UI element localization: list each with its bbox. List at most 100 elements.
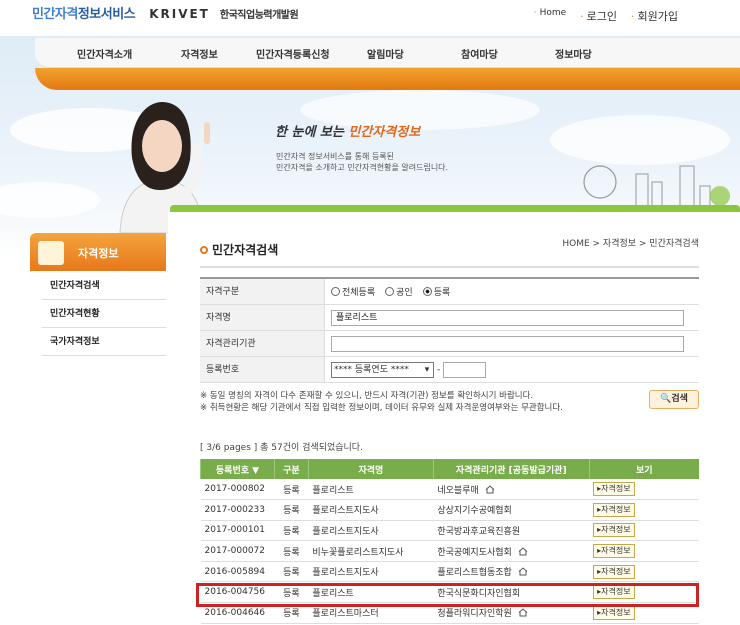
- cell-name: 플로리스트마스터: [308, 602, 434, 624]
- view-info-button[interactable]: ▸자격정보: [593, 502, 635, 517]
- radio-all-label: 전체등록: [342, 288, 376, 298]
- radio-registered[interactable]: 등록: [422, 285, 450, 298]
- cell-regno: 2016-005894: [200, 561, 275, 583]
- cell-type: 등록: [274, 602, 309, 624]
- results-table: 등록번호 ▼ 구분 자격명 자격관리기관 [공동발급기관] 보기 2017-00…: [200, 459, 699, 624]
- home-link[interactable]: Home: [534, 8, 567, 24]
- regno-separator: -: [437, 364, 441, 375]
- site-logo[interactable]: 민간자격정보서비스 KRIVET 한국직업능력개발원: [32, 3, 299, 22]
- cell-regno: 2016-004756: [200, 581, 275, 604]
- col-agency: 자격관리기관 [공동발급기관]: [432, 459, 590, 479]
- nav-item-qualification[interactable]: 자격정보: [181, 46, 218, 61]
- main-nav: 민간자격소개 자격정보 민간자격등록신청 알림마당 참여마당 정보마당: [35, 38, 740, 68]
- hero-title: 한 눈에 보는 민간자격정보: [275, 121, 420, 140]
- search-notes: ※ 동일 명칭의 자격이 다수 존재할 수 있으니, 반드시 자격(기관) 정보…: [200, 390, 563, 414]
- cell-name: 비누꽃플로리스트지도사: [308, 540, 434, 562]
- agency-name: 청플라워디자인학원: [437, 609, 512, 620]
- homepage-icon[interactable]: [518, 567, 528, 576]
- type-label: 자격구분: [200, 279, 325, 304]
- sidebar-header: 자격정보: [30, 233, 166, 271]
- col-regno[interactable]: 등록번호 ▼: [200, 459, 275, 479]
- name-input[interactable]: 플로리스트: [331, 309, 684, 326]
- magnifier-icon: 🔍: [660, 394, 672, 404]
- sidebar-item-status[interactable]: 민간자격현황: [42, 300, 166, 328]
- cell-name: 플로리스트: [308, 479, 434, 501]
- view-info-button[interactable]: ▸자격정보: [593, 523, 635, 538]
- nav-item-participate[interactable]: 참여마당: [461, 46, 498, 61]
- col-type: 구분: [273, 459, 309, 479]
- hero-title-b: 민간자격정보: [348, 125, 421, 140]
- regno-year-select[interactable]: **** 등록연도 **** ▾: [331, 361, 434, 378]
- cell-type: 등록: [274, 479, 309, 501]
- view-info-button[interactable]: ▸자격정보: [593, 564, 635, 579]
- cell-name: 플로리스트지도사: [308, 499, 434, 521]
- radio-all[interactable]: 전체등록: [331, 285, 375, 298]
- cell-regno: 2017-000101: [200, 520, 275, 542]
- cell-type: 등록: [274, 520, 309, 542]
- homepage-icon[interactable]: [518, 608, 528, 617]
- homepage-icon[interactable]: [485, 484, 495, 494]
- cell-agency: 한국식문화디자인협회: [433, 581, 590, 604]
- cell-type: 등록: [274, 581, 309, 604]
- cell-agency: 청플라워디자인학원: [433, 602, 590, 624]
- chevron-down-icon: ▾: [424, 364, 430, 375]
- hero-sub-line2: 민간자격을 소개하고 민간자격현황을 알려드립니다.: [276, 163, 449, 172]
- agency-name: 한국식문화디자인협회: [437, 588, 521, 599]
- regno-label: 등록번호: [200, 357, 325, 382]
- cell-type: 등록: [274, 540, 309, 562]
- page-title-text: 민간자격검색: [212, 243, 279, 257]
- radio-official[interactable]: 공인: [385, 285, 413, 298]
- cell-regno: 2017-000233: [200, 499, 275, 521]
- hero-sub-line1: 민간자격 정보서비스를 통해 등록된: [276, 152, 395, 161]
- cell-name: 플로리스트지도사: [308, 520, 434, 542]
- cell-view: ▸자격정보: [589, 520, 699, 542]
- note-line-2: ※ 취득현황은 해당 기관에서 직접 입력한 정보이며, 데이터 유무와 실제 …: [200, 403, 563, 413]
- hero-subtitle: 민간자격 정보서비스를 통해 등록된 민간자격을 소개하고 민간자격현황을 알려…: [276, 151, 448, 173]
- nav-item-notice[interactable]: 알림마당: [367, 46, 404, 61]
- table-row: 2017-000233 등록 플로리스트지도사 상상지기수공예협회 ▸자격정보: [200, 499, 699, 521]
- nav-accent-bar: [35, 68, 740, 90]
- view-info-button[interactable]: ▸자격정보: [593, 585, 635, 600]
- view-info-button[interactable]: ▸자격정보: [593, 482, 635, 497]
- homepage-icon[interactable]: [518, 546, 528, 556]
- agency-label: 자격관리기관: [200, 331, 325, 356]
- sidebar-item-search[interactable]: 민간자격검색: [42, 272, 166, 300]
- cell-view: ▸자격정보: [589, 561, 699, 583]
- document-icon: [38, 241, 64, 265]
- join-link[interactable]: 회원가입: [631, 8, 678, 24]
- nav-item-register[interactable]: 민간자격등록신청: [256, 46, 330, 61]
- hero-city-illustration: [583, 165, 730, 210]
- nav-item-info[interactable]: 정보마당: [555, 46, 592, 61]
- col-name: 자격명: [307, 459, 434, 479]
- view-info-button[interactable]: ▸자격정보: [593, 544, 635, 559]
- cell-view: ▸자격정보: [589, 602, 699, 624]
- cell-regno: 2016-004646: [200, 602, 275, 624]
- table-row: 2017-000072 등록 비누꽃플로리스트지도사 한국공예지도사협회 ▸자격정보: [200, 540, 699, 562]
- search-button[interactable]: 🔍검색: [649, 390, 699, 409]
- hero-title-a: 한 눈에 보는: [275, 125, 349, 140]
- view-info-button[interactable]: ▸자격정보: [593, 605, 635, 620]
- nav-item-intro[interactable]: 민간자격소개: [77, 46, 132, 61]
- cell-name: 플로리스트: [308, 581, 434, 604]
- agency-name: 한국공예지도사협회: [437, 547, 512, 558]
- cell-type: 등록: [274, 561, 309, 583]
- agency-name: 네오블루매: [437, 485, 479, 496]
- agency-input[interactable]: [331, 335, 684, 352]
- sidebar-item-national[interactable]: 국가자격정보: [42, 328, 166, 356]
- table-row: 2016-005894 등록 플로리스트지도사 플로리스트협동조합 ▸자격정보: [200, 561, 699, 583]
- logo-org: 한국직업능력개발원: [219, 10, 299, 21]
- table-row: 2017-000101 등록 플로리스트지도사 한국방과후교육진흥원 ▸자격정보: [200, 520, 699, 542]
- sidebar-title: 자격정보: [78, 247, 119, 260]
- login-link[interactable]: 로그인: [580, 8, 617, 24]
- regno-input[interactable]: [443, 361, 487, 378]
- cell-name: 플로리스트지도사: [308, 561, 434, 583]
- radio-circle-icon: [385, 287, 395, 296]
- agency-name: 상상지기수공예협회: [437, 506, 512, 517]
- name-label: 자격명: [200, 305, 325, 330]
- sidebar-menu: 민간자격검색 민간자격현황 국가자격정보: [42, 272, 166, 356]
- search-button-label: 검색: [671, 394, 688, 404]
- agency-name: 플로리스트협동조합: [437, 568, 512, 579]
- note-line-1: ※ 동일 명칭의 자격이 다수 존재할 수 있으니, 반드시 자격(기관) 정보…: [200, 391, 534, 401]
- cell-type: 등록: [274, 499, 309, 521]
- col-view: 보기: [588, 459, 699, 479]
